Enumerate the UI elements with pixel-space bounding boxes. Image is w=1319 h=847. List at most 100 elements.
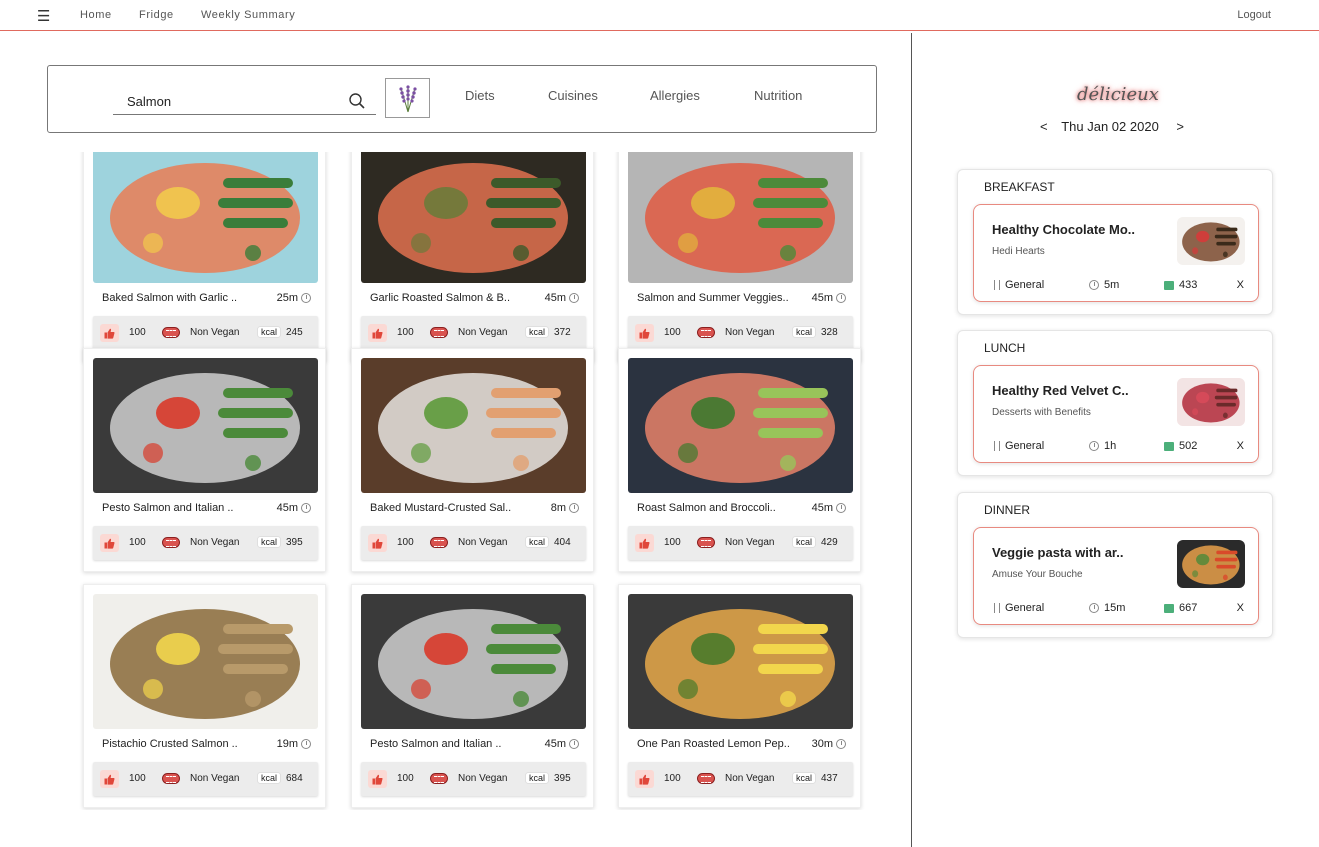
kcal-badge: kcal <box>258 537 281 547</box>
diet-label: Non Vegan <box>190 327 240 338</box>
filter-allergies-tab[interactable]: Allergies <box>650 88 700 103</box>
recipe-name[interactable]: Baked Salmon with Garlic .. <box>102 292 237 304</box>
like-button[interactable] <box>368 770 387 788</box>
meal-title: LUNCH <box>984 341 1026 355</box>
kcal-value: 395 <box>554 773 571 784</box>
recipe-time: 45m <box>545 738 579 750</box>
meal-kcal: 433 <box>1164 279 1197 291</box>
like-button[interactable] <box>368 324 387 342</box>
lavender-filter-button[interactable] <box>385 78 430 118</box>
like-button[interactable] <box>100 534 119 552</box>
recipe-info-bar: 100 Non Vegan kcal 245 <box>93 316 318 350</box>
recipe-info-bar: 100 Non Vegan kcal 404 <box>361 526 586 560</box>
nav-weekly-summary-link[interactable]: Weekly Summary <box>201 9 295 21</box>
recipe-time-value: 8m <box>550 502 566 514</box>
recipe-photo[interactable] <box>628 358 853 493</box>
recipe-name[interactable]: Pistachio Crusted Salmon .. <box>102 738 238 750</box>
clock-icon <box>301 503 311 513</box>
meal-recipe-photo[interactable] <box>1177 540 1245 588</box>
recipe-card[interactable]: Garlic Roasted Salmon & B.. 45m 100 Non … <box>351 152 594 362</box>
recipe-name[interactable]: Salmon and Summer Veggies.. <box>637 292 789 304</box>
nav-home-link[interactable]: Home <box>80 9 112 21</box>
remove-meal-button[interactable]: X <box>1237 440 1244 452</box>
diet-label: Non Vegan <box>458 537 508 548</box>
recipe-card[interactable]: Roast Salmon and Broccoli.. 45m 100 Non … <box>618 348 861 572</box>
kcal-icon <box>1164 603 1174 613</box>
kcal-badge: kcal <box>258 773 281 783</box>
filter-cuisines-tab[interactable]: Cuisines <box>548 88 598 103</box>
remove-meal-button[interactable]: X <box>1237 602 1244 614</box>
nav-fridge-link[interactable]: Fridge <box>139 9 174 21</box>
search-input[interactable] <box>113 88 333 112</box>
meal-recipe-photo[interactable] <box>1177 378 1245 426</box>
clock-icon <box>836 739 846 749</box>
like-button[interactable] <box>368 534 387 552</box>
like-button[interactable] <box>635 534 654 552</box>
recipe-photo[interactable] <box>361 594 586 729</box>
like-count: 100 <box>664 773 681 784</box>
recipe-card[interactable]: Pistachio Crusted Salmon .. 19m 100 Non … <box>83 584 326 808</box>
meal-recipe-name[interactable]: Healthy Red Velvet C.. <box>992 383 1129 398</box>
like-button[interactable] <box>100 770 119 788</box>
thumbs-up-icon <box>372 328 383 339</box>
filter-nutrition-tab[interactable]: Nutrition <box>754 88 802 103</box>
kcal-badge: kcal <box>793 327 816 337</box>
meal-recipe-name[interactable]: Healthy Chocolate Mo.. <box>992 222 1135 237</box>
search-box <box>113 88 376 115</box>
like-button[interactable] <box>635 770 654 788</box>
meal-recipe-card[interactable]: Veggie pasta with ar.. Amuse Your Bouche… <box>973 527 1259 625</box>
kcal-value: 684 <box>286 773 303 784</box>
meal-recipe-card[interactable]: Healthy Red Velvet C.. Desserts with Ben… <box>973 365 1259 463</box>
recipe-photo[interactable] <box>628 594 853 729</box>
like-count: 100 <box>129 537 146 548</box>
menu-icon[interactable]: ☰ <box>37 7 50 25</box>
recipe-photo[interactable] <box>361 152 586 283</box>
recipe-time: 45m <box>545 292 579 304</box>
clock-icon <box>1089 280 1099 290</box>
meal-recipe-name[interactable]: Veggie pasta with ar.. <box>992 545 1124 560</box>
recipe-info-bar: 100 Non Vegan kcal 328 <box>628 316 853 350</box>
recipe-card[interactable]: Pesto Salmon and Italian .. 45m 100 Non … <box>351 584 594 808</box>
logout-link[interactable]: Logout <box>1237 9 1271 21</box>
meal-recipe-photo[interactable] <box>1177 217 1245 265</box>
recipe-name[interactable]: Baked Mustard-Crusted Sal.. <box>370 502 511 514</box>
meat-icon <box>430 537 448 548</box>
recipe-photo[interactable] <box>93 594 318 729</box>
thumbs-up-icon <box>639 774 650 785</box>
recipe-name[interactable]: Roast Salmon and Broccoli.. <box>637 502 776 514</box>
recipe-card[interactable]: Baked Mustard-Crusted Sal.. 8m 100 Non V… <box>351 348 594 572</box>
recipe-time: 8m <box>551 502 579 514</box>
thumbs-up-icon <box>104 774 115 785</box>
kcal-badge: kcal <box>793 537 816 547</box>
recipe-photo[interactable] <box>93 358 318 493</box>
meal-kcal: 502 <box>1164 440 1197 452</box>
recipe-name[interactable]: One Pan Roasted Lemon Pep.. <box>637 738 790 750</box>
recipe-name[interactable]: Garlic Roasted Salmon & B.. <box>370 292 510 304</box>
recipe-card[interactable]: One Pan Roasted Lemon Pep.. 30m 100 Non … <box>618 584 861 808</box>
recipe-card[interactable]: Pesto Salmon and Italian .. 45m 100 Non … <box>83 348 326 572</box>
meal-time: 1h <box>1089 440 1116 452</box>
recipe-photo[interactable] <box>361 358 586 493</box>
search-icon[interactable] <box>348 92 366 110</box>
kcal-value: 437 <box>821 773 838 784</box>
recipe-photo[interactable] <box>628 152 853 283</box>
recipe-card[interactable]: Baked Salmon with Garlic .. 25m 100 Non … <box>83 152 326 362</box>
lavender-icon <box>398 85 417 113</box>
remove-meal-button[interactable]: X <box>1237 279 1244 291</box>
clock-icon <box>569 503 579 513</box>
recipe-photo[interactable] <box>93 152 318 283</box>
prev-day-button[interactable]: < <box>1040 119 1048 134</box>
recipe-info-bar: 100 Non Vegan kcal 437 <box>628 762 853 796</box>
recipe-card[interactable]: Salmon and Summer Veggies.. 45m 100 Non … <box>618 152 861 362</box>
filter-diets-tab[interactable]: Diets <box>465 88 495 103</box>
recipe-name[interactable]: Pesto Salmon and Italian .. <box>102 502 233 514</box>
diet-label: Non Vegan <box>190 773 240 784</box>
next-day-button[interactable]: > <box>1176 119 1184 134</box>
like-count: 100 <box>129 327 146 338</box>
like-button[interactable] <box>100 324 119 342</box>
recipe-name[interactable]: Pesto Salmon and Italian .. <box>370 738 501 750</box>
diet-label: Non Vegan <box>725 327 775 338</box>
like-button[interactable] <box>635 324 654 342</box>
meal-recipe-card[interactable]: Healthy Chocolate Mo.. Hedi Hearts Gener… <box>973 204 1259 302</box>
meal-kcal-value: 667 <box>1179 602 1198 614</box>
